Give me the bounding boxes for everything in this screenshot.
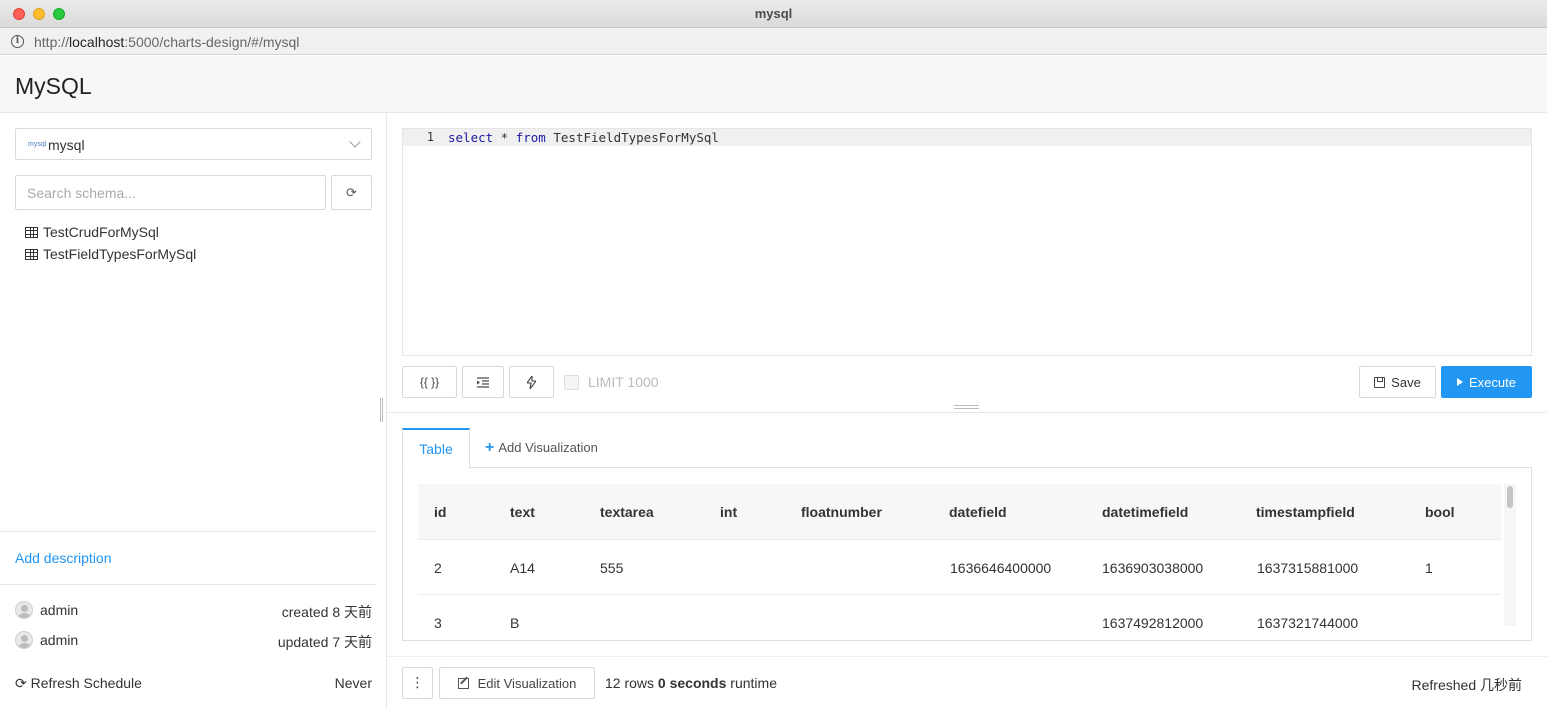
table-cell: A14 [510, 560, 535, 576]
schema-sidebar: mysql mysql ⟳ TestCrudForMySql TestField… [0, 113, 387, 709]
window-title: mysql [754, 6, 793, 21]
edit-visualization-label: Edit Visualization [477, 675, 577, 691]
schema-item-label: TestFieldTypesForMySql [43, 246, 197, 262]
editor-resize-handle[interactable] [954, 405, 979, 409]
more-options-button[interactable]: ⋮ [402, 667, 433, 699]
refresh-schedule-link[interactable]: ⟳ Refresh Schedule [15, 675, 142, 691]
created-time: created 8 天前 [281, 604, 372, 620]
page-title: MySQL [15, 73, 92, 99]
save-label: Save [1391, 374, 1421, 390]
info-icon[interactable]: i [11, 35, 24, 48]
add-visualization-label: Add Visualization [498, 440, 598, 455]
table-cell: 1637492812000 [1102, 615, 1204, 631]
table-row: 3 B 1637492812000 1637321744000 [418, 595, 1501, 640]
updated-by-user: admin [40, 632, 79, 648]
autocomplete-toggle-button[interactable] [509, 366, 554, 398]
table-icon [25, 248, 38, 260]
chevron-down-icon [349, 136, 361, 148]
schema-item-label: TestCrudForMySql [43, 224, 159, 240]
table-cell: 2 [434, 560, 442, 576]
created-meta: admin created 8 天前 [15, 600, 372, 620]
url-text[interactable]: http://localhost:5000/charts-design/#/my… [34, 34, 299, 50]
footer-divider [387, 656, 1547, 657]
address-bar[interactable]: i http://localhost:5000/charts-design/#/… [0, 28, 1547, 55]
created-by-user: admin [40, 602, 79, 618]
indent-icon [477, 377, 489, 388]
avatar [15, 631, 33, 649]
column-header[interactable]: datefield [949, 504, 1007, 520]
mysql-logo-icon: mysql [28, 141, 47, 148]
plus-icon: + [485, 438, 495, 456]
refresh-schedule-row: ⟳ Refresh Schedule Never [15, 675, 372, 692]
query-stats: 12 rows 0 seconds runtime [605, 675, 777, 691]
line-number: 1 [426, 130, 434, 144]
execute-button[interactable]: Execute [1441, 366, 1532, 398]
table-cell: 1637321744000 [1257, 615, 1359, 631]
refreshed-status: Refreshed 几秒前 [1411, 677, 1522, 693]
table-icon [25, 226, 38, 238]
updated-time: updated 7 天前 [277, 634, 372, 650]
sidebar-divider [0, 584, 377, 585]
add-description-link[interactable]: Add description [15, 550, 112, 566]
query-text[interactable]: select * from TestFieldTypesForMySql [448, 130, 719, 145]
window-titlebar: mysql [0, 0, 1547, 28]
editor-results-divider [387, 412, 1547, 413]
refresh-icon: ⟳ [346, 185, 357, 200]
datasource-select[interactable]: mysql mysql [15, 128, 372, 160]
column-header[interactable]: floatnumber [801, 504, 882, 520]
table-cell: 555 [600, 560, 624, 576]
refresh-schedule-value[interactable]: Never [335, 675, 372, 691]
table-cell: 1636903038000 [1102, 560, 1204, 576]
scrollbar-thumb[interactable] [1507, 486, 1513, 508]
visualization-tabs: Table + Add Visualization [402, 428, 1532, 469]
runtime-label: runtime [726, 675, 777, 691]
refresh-schema-button[interactable]: ⟳ [331, 175, 372, 210]
query-editor[interactable]: 1 select * from TestFieldTypesForMySql [402, 128, 1532, 356]
schema-item-testcrudformysql[interactable]: TestCrudForMySql [25, 222, 159, 242]
edit-icon [457, 677, 469, 689]
lightning-icon [525, 374, 538, 390]
format-query-button[interactable] [462, 366, 504, 398]
play-icon [1457, 378, 1463, 386]
save-button[interactable]: Save [1359, 366, 1436, 398]
table-row: 2 A14 555 1636646400000 1636903038000 16… [418, 540, 1501, 595]
limit-label: LIMIT 1000 [588, 374, 659, 390]
table-cell: 3 [434, 615, 442, 631]
limit-checkbox-row[interactable]: LIMIT 1000 [564, 374, 659, 390]
column-header[interactable]: bool [1425, 504, 1455, 520]
sidebar-resize-handle[interactable] [380, 398, 383, 422]
execute-label: Execute [1469, 374, 1516, 390]
datasource-label: mysql [48, 137, 85, 153]
edit-visualization-button[interactable]: Edit Visualization [439, 667, 595, 699]
table-header: id text textarea int floatnumber datefie… [418, 484, 1501, 540]
results-panel: id text textarea int floatnumber datefie… [402, 467, 1532, 641]
limit-checkbox[interactable] [564, 374, 579, 390]
column-header[interactable]: text [510, 504, 535, 520]
table-cell: B [510, 615, 520, 631]
save-icon [1374, 376, 1386, 388]
page-header: MySQL [0, 56, 1547, 113]
add-visualization-tab[interactable]: + Add Visualization [485, 438, 598, 456]
updated-meta: admin updated 7 天前 [15, 630, 372, 650]
schema-search-input[interactable] [15, 175, 326, 210]
runtime-value: 0 seconds [657, 675, 727, 691]
sidebar-divider [0, 531, 377, 532]
add-parameter-button[interactable]: {{ }} [402, 366, 457, 398]
column-header[interactable]: textarea [600, 504, 654, 520]
column-header[interactable]: datetimefield [1102, 504, 1188, 520]
table-cell: 1 [1425, 560, 1433, 576]
table-cell: 1636646400000 [950, 560, 1052, 576]
schema-item-testfieldtypesformysql[interactable]: TestFieldTypesForMySql [25, 244, 196, 264]
rows-count: 12 rows [605, 675, 655, 691]
table-cell: 1637315881000 [1257, 560, 1359, 576]
results-scrollbar[interactable] [1504, 484, 1516, 626]
column-header[interactable]: timestampfield [1256, 504, 1355, 520]
avatar [15, 601, 33, 619]
column-header[interactable]: id [434, 504, 446, 520]
column-header[interactable]: int [720, 504, 737, 520]
tab-table[interactable]: Table [402, 428, 470, 469]
refresh-icon: ⟳ [15, 675, 27, 691]
